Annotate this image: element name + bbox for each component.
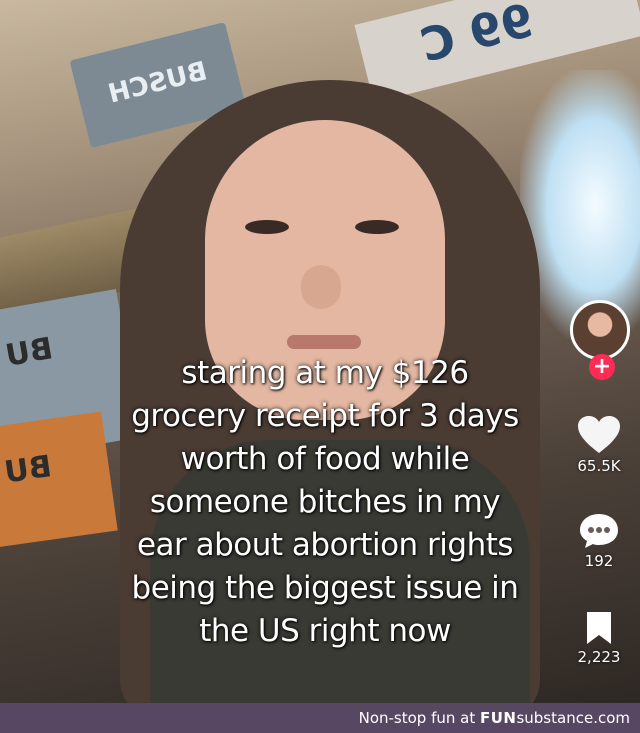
save-button[interactable]: 2,223 [564,610,634,666]
caption-line: worth of food while [180,441,470,477]
caption-line: being the biggest issue in [131,570,519,606]
comment-bubble-icon [580,514,618,548]
caption-line: someone bitches in my [149,484,501,520]
video-frame[interactable]: 99 C BUSCH BU BU staring at my $126 groc… [0,0,640,703]
mouth [287,335,361,349]
like-button[interactable]: 65.5K [564,415,634,475]
follow-button[interactable]: + [589,354,615,380]
bookmark-icon [587,612,611,644]
right-eye [355,220,399,234]
video-caption: staring at my $126 grocery receipt for 3… [95,352,555,653]
watermark-bar: Non-stop fun at FUNsubstance.com [0,703,640,733]
like-count: 65.5K [577,457,621,475]
creator-avatar[interactable] [570,300,630,360]
comment-button[interactable]: 192 [564,512,634,570]
caption-line: grocery receipt for 3 days [131,398,519,434]
caption-line: staring at my $126 [181,355,469,391]
caption-line: the US right now [199,613,451,649]
heart-icon [578,416,620,453]
nose [301,265,341,309]
watermark-text: Non-stop fun at FUNsubstance.com [358,709,630,727]
save-count: 2,223 [577,648,621,666]
comment-count: 192 [584,552,614,570]
left-eye [245,220,289,234]
caption-line: ear about abortion rights [136,527,514,563]
